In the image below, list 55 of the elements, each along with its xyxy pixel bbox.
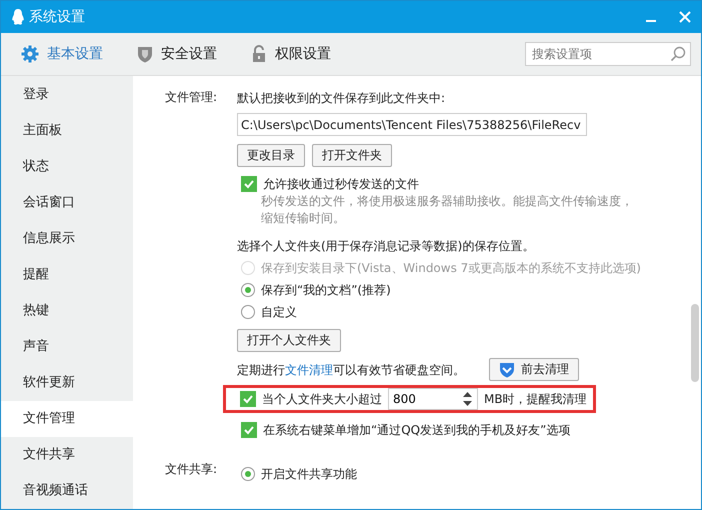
radio-circle[interactable] (241, 467, 255, 481)
checkbox-square[interactable] (241, 176, 257, 192)
folder-radio[interactable]: 自定义 (237, 303, 297, 321)
window-title: 系统设置 (29, 8, 86, 26)
sidebar-item[interactable]: 主面板 (1, 113, 133, 149)
sidebar-item[interactable]: 声音 (1, 329, 133, 365)
penguin-icon (11, 8, 25, 26)
search-icon (670, 46, 686, 62)
lock-icon (251, 45, 267, 63)
shield-icon (137, 45, 153, 63)
size-alert-checkbox[interactable]: 当个人文件夹大小超过 (236, 390, 382, 408)
sidebar-item[interactable]: 软件更新 (1, 365, 133, 401)
radio-circle[interactable] (241, 283, 255, 297)
scrollbar-thumb[interactable] (691, 304, 699, 382)
cleanup-button[interactable]: 前去清理 (489, 358, 579, 381)
intro-text: 默认把接收到的文件保存到此文件夹中: (237, 90, 446, 107)
fast-transfer-checkbox[interactable]: 允许接收通过秒传发送的文件 (237, 175, 419, 193)
check-icon (243, 178, 255, 190)
sidebar-item[interactable]: 提醒 (1, 257, 133, 293)
shield-icon (499, 361, 515, 378)
size-spinbox[interactable]: 800 (388, 388, 478, 410)
check-icon (242, 393, 254, 405)
settings-tab[interactable]: 安全设置 (137, 45, 217, 63)
checkbox-square[interactable] (241, 422, 257, 438)
context-menu-checkbox[interactable]: 在系统右键菜单增加“通过QQ发送到我的手机及好友”选项 (237, 421, 570, 439)
open-personal-folder-button[interactable]: 打开个人文件夹 (237, 329, 341, 352)
sidebar-item[interactable]: 文件管理 (1, 401, 133, 437)
section-label: 文件共享: (165, 461, 218, 478)
section-label: 文件管理: (165, 89, 218, 106)
check-icon (243, 424, 255, 436)
sidebar-item[interactable]: 信息展示 (1, 221, 133, 257)
size-alert-text: MB时，提醒我清理 (484, 391, 587, 408)
cleanup-hint: 定期进行文件清理可以有效节省硬盘空间。 (237, 362, 465, 378)
radio-circle[interactable] (241, 305, 255, 319)
close-button[interactable] (679, 11, 691, 23)
sidebar-item[interactable]: 音视频通话 (1, 473, 133, 509)
sidebar-item[interactable]: 文件共享 (1, 437, 133, 473)
settings-tab[interactable]: 权限设置 (251, 45, 331, 63)
folder-button[interactable]: 打开文件夹 (312, 144, 392, 167)
sidebar-item[interactable]: 热键 (1, 293, 133, 329)
search-field[interactable]: 搜索设置项 (525, 42, 691, 66)
file-cleanup-link[interactable]: 文件清理 (285, 362, 333, 376)
gear-icon (21, 45, 39, 63)
sidebar-item[interactable]: 状态 (1, 149, 133, 185)
prompt-text: 选择个人文件夹(用于保存消息记录等数据)的保存位置。 (237, 238, 534, 255)
sidebar-item[interactable]: 登录 (1, 77, 133, 113)
folder-button[interactable]: 更改目录 (237, 144, 305, 167)
up-down-arrows-icon (463, 391, 472, 407)
settings-tab[interactable]: 基本设置 (21, 45, 103, 63)
folder-path-field[interactable]: C:\Users\pc\Documents\Tencent Files\75388256\FileRecv (237, 113, 587, 136)
sharing-radio[interactable]: 开启文件共享功能 (237, 465, 357, 483)
checkbox-square[interactable] (240, 391, 256, 407)
sidebar-item[interactable]: 会话窗口 (1, 185, 133, 221)
description-text: 秒传发送的文件，将使用极速服务器辅助接收。能提高文件传输速度，缩短传输时间。 (261, 193, 634, 227)
folder-radio[interactable]: 保存到“我的文档”(推荐) (237, 281, 391, 299)
